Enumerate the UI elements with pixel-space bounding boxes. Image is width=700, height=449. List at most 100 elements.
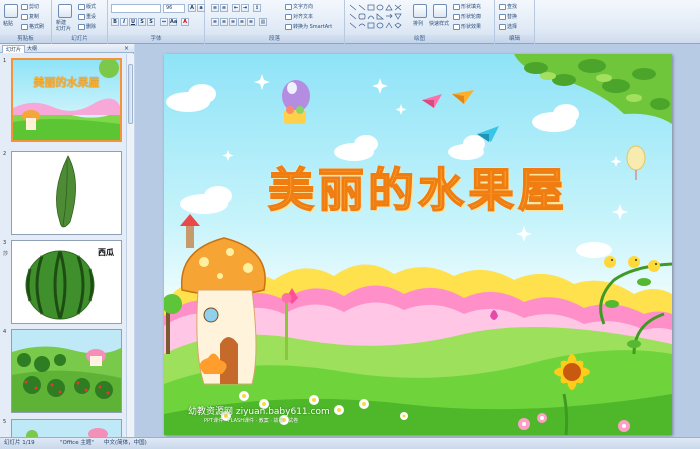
quick-styles-button[interactable]: 快速样式 [429,20,449,27]
panel-scrollbar[interactable] [126,54,134,437]
shapes-gallery-icon[interactable] [348,3,408,29]
thumbnail-preview[interactable] [11,419,122,437]
search-icon [499,3,506,10]
align-text-icon [285,13,292,20]
font-group-label: 字体 [108,35,204,43]
scissors-icon [21,3,28,10]
paper-planes [422,90,499,142]
thumbnail-preview[interactable] [11,329,122,413]
thumbnail-preview[interactable]: 美丽的水果屋 [11,58,122,142]
language-indicator[interactable]: 中文(简体，中国) [104,438,147,449]
select-button[interactable]: 选择 [499,23,517,30]
line-spacing-button[interactable]: ↕ [253,4,261,12]
thumbnail-3-label: 西瓜 [98,248,114,257]
grow-font-button[interactable]: A [188,4,196,12]
paint-bucket-icon [453,3,460,10]
pen-icon [453,13,460,20]
slide-thumbnail-4[interactable]: 4 [0,329,126,417]
bullets-button[interactable]: ≡ [211,4,219,12]
font-color-button[interactable]: A [181,18,189,26]
shape-outline-button[interactable]: 形状轮廓 [453,13,481,20]
arrange-button[interactable]: 排列 [413,20,423,27]
thumbnail-preview[interactable] [11,151,122,235]
status-bar: 幻灯片 1/19 "Office 主题" 中文(简体，中国) [0,437,700,449]
shadow-button[interactable]: S [147,18,155,26]
numbering-button[interactable]: ≡ [220,4,228,12]
cursor-icon [499,23,506,30]
align-text-button[interactable]: 对齐文本 [285,13,313,20]
slide-thumbnail-3[interactable]: 3 莎 西瓜 [0,240,126,328]
watermark-text: 幼教资源网 ziyuan.baby611.com [188,407,330,417]
format-painter-button[interactable]: 格式刷 [21,23,44,30]
editing-group: 查找 替换 选择 编辑 [495,0,535,44]
layout-button[interactable]: 版式 [78,3,96,10]
close-icon[interactable]: × [124,45,129,52]
strikethrough-button[interactable]: S [138,18,146,26]
increase-indent-button[interactable]: ⇥ [241,4,249,12]
slide-counter: 幻灯片 1/19 [4,440,35,446]
tab-outline[interactable]: 大纲 [24,45,40,53]
ribbon: 粘贴 剪切 复制 格式刷 剪贴板 新建 幻灯片 版式 重设 删除 幻灯片 96 … [0,0,700,44]
paragraph-group: ≡ ≡ ⇤ ⇥ ↕ ≡ ≡ ≡ ≡ ≡ ▥ 文字方向 对齐文本 转换为 Smar… [205,0,345,44]
convert-smartart-button[interactable]: 转换为 SmartArt [285,23,332,30]
align-right-button[interactable]: ≡ [229,18,237,26]
panel-tabs: 幻灯片 大纲 × [0,44,134,53]
columns-button[interactable]: ▥ [259,18,267,26]
slides-group: 新建 幻灯片 版式 重设 删除 幻灯片 [52,0,108,44]
drawing-group-label: 绘图 [345,35,494,43]
bold-button[interactable]: B [111,18,119,26]
replace-button[interactable]: 替换 [499,13,517,20]
drawing-group: 排列 快速样式 形状填充 形状轮廓 形状效果 绘图 [345,0,495,44]
char-spacing-button[interactable]: ↔ [160,18,168,26]
smartart-icon [285,23,292,30]
distributed-button[interactable]: ≡ [247,18,255,26]
thumbnail-preview[interactable]: 西瓜 [11,240,122,324]
shape-effects-button[interactable]: 形状效果 [453,23,481,30]
decrease-indent-button[interactable]: ⇤ [232,4,240,12]
italic-button[interactable]: I [120,18,128,26]
font-size-select[interactable]: 96 [163,4,185,13]
thumbnail-1-title: 美丽的水果屋 [33,76,100,89]
find-button[interactable]: 查找 [499,3,517,10]
theme-name: "Office 主题" [60,440,94,446]
new-slide-icon[interactable] [58,4,72,18]
delete-icon [78,23,85,30]
leaf-image [12,152,121,234]
slide-thumbnail-1[interactable]: 1 美丽的水果屋 [0,58,126,146]
cut-button[interactable]: 剪切 [21,3,39,10]
scrollbar-thumb[interactable] [128,64,133,124]
orchard-image [12,330,121,412]
tree-branch [514,54,672,124]
paste-button[interactable]: 粘贴 [3,20,13,27]
delete-slide-button[interactable]: 删除 [78,23,96,30]
shrink-font-button[interactable]: a [197,4,205,12]
arrange-icon[interactable] [413,4,427,18]
font-name-select[interactable] [111,4,161,13]
slide-thumbnail-5[interactable]: 5 [0,419,126,437]
clipboard-group: 粘贴 剪切 复制 格式刷 剪贴板 [0,0,52,44]
balloon-characters [282,80,310,124]
change-case-button[interactable]: Aa [169,18,177,26]
slide-title[interactable]: 美丽的水果屋 [164,154,672,220]
slide-thumbnail-2[interactable]: 2 [0,151,126,239]
current-slide[interactable]: 美丽的水果屋 幼教资源网 ziyuan.baby611.com PPT课件 · … [164,54,672,435]
replace-icon [499,13,506,20]
new-slide-button[interactable]: 新建 幻灯片 [56,20,71,32]
tab-slides[interactable]: 幻灯片 [2,45,26,53]
align-center-button[interactable]: ≡ [220,18,228,26]
slide-editing-area: 美丽的水果屋 幼教资源网 ziyuan.baby611.com PPT课件 · … [135,44,700,437]
justify-button[interactable]: ≡ [238,18,246,26]
watermark-subtext: PPT课件 · FLASH课件 · 教案 · 故事 · 试卷 [204,418,299,424]
slide-background [164,54,672,435]
paragraph-group-label: 段落 [205,35,344,43]
underline-button[interactable]: U [129,18,137,26]
shape-fill-button[interactable]: 形状填充 [453,3,481,10]
copy-button[interactable]: 复制 [21,13,39,20]
slides-panel: 幻灯片 大纲 × 1 美丽的水果屋 2 3 莎 西瓜 4 5 [0,44,134,437]
reset-button[interactable]: 重设 [78,13,96,20]
paste-icon[interactable] [4,4,18,18]
align-left-button[interactable]: ≡ [211,18,219,26]
text-direction-button[interactable]: 文字方向 [285,3,313,10]
quick-styles-icon[interactable] [433,4,447,18]
effects-icon [453,23,460,30]
